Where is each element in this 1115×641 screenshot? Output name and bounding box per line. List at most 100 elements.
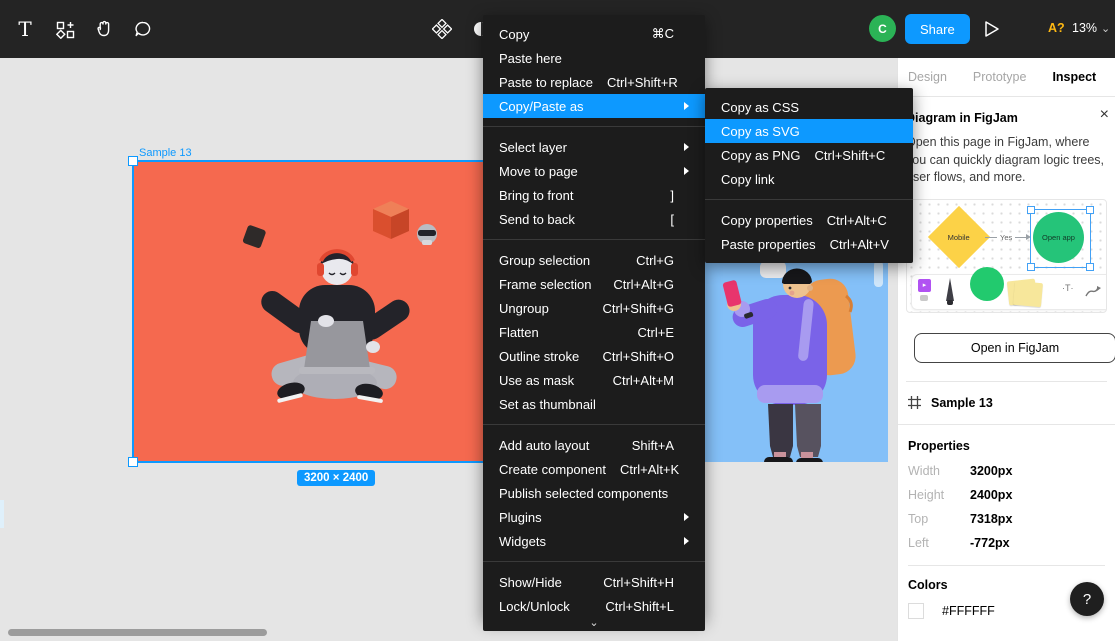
promo-body: Open this page in FigJam, where you can … xyxy=(906,134,1107,187)
comment-tool-icon[interactable] xyxy=(128,14,158,44)
sticky-note-icon xyxy=(1013,280,1043,306)
canvas-frame-sample13[interactable] xyxy=(133,161,536,462)
figma-app: Sample 13 xyxy=(0,0,1115,641)
submenu-item[interactable]: Copy link xyxy=(705,167,913,191)
chevron-down-icon: ⌄ xyxy=(1101,22,1110,35)
menu-item[interactable]: Frame selection Ctrl+Alt+G xyxy=(483,272,705,296)
panel-tab[interactable]: Inspect xyxy=(1052,70,1096,84)
diamond-grid-icon[interactable] xyxy=(427,14,457,44)
menu-item[interactable]: Outline stroke Ctrl+Shift+O xyxy=(483,344,705,368)
marker-tool-icon xyxy=(942,277,958,307)
menu-shortcut: Ctrl+Alt+G xyxy=(613,277,674,292)
menu-divider xyxy=(483,239,705,240)
menu-item[interactable]: Plugins xyxy=(483,505,705,529)
figjam-preview: Mobile Yes Open app ▸ xyxy=(906,199,1107,313)
phone-person xyxy=(722,261,883,462)
property-label: Top xyxy=(908,512,970,526)
menu-shortcut: Ctrl+Shift+O xyxy=(602,349,674,364)
promo-title: Diagram in FigJam xyxy=(906,111,1107,125)
zoom-level: 13% xyxy=(1072,21,1097,35)
menu-item[interactable]: Publish selected components xyxy=(483,481,705,505)
speech-bubble xyxy=(760,261,786,278)
shape-tool-icon xyxy=(970,267,1004,301)
properties-section: Properties Width 3200px Height 2400px To… xyxy=(898,425,1115,566)
menu-item[interactable]: Use as mask Ctrl+Alt+M xyxy=(483,368,705,392)
menu-item[interactable]: Ungroup Ctrl+Shift+G xyxy=(483,296,705,320)
property-row: Width 3200px xyxy=(908,459,1105,483)
menu-item[interactable]: Widgets xyxy=(483,529,705,553)
dark-cube xyxy=(242,224,266,248)
menu-shortcut: Ctrl+Shift+R xyxy=(607,75,678,90)
menu-shortcut: ⌘C xyxy=(652,26,674,42)
submenu-item[interactable]: Paste properties Ctrl+Alt+V xyxy=(705,232,913,256)
phone xyxy=(722,280,742,308)
resources-tool-icon[interactable] xyxy=(50,14,80,44)
menu-shortcut: Ctrl+Shift+H xyxy=(603,575,674,590)
menu-shortcut: Ctrl+Shift+L xyxy=(605,599,674,614)
text-tool-icon[interactable]: T xyxy=(10,14,40,44)
color-hex: #FFFFFF xyxy=(942,604,995,618)
menu-item[interactable]: Set as thumbnail xyxy=(483,392,705,416)
property-value: 2400px xyxy=(970,488,1012,502)
preview-selection-box xyxy=(1030,209,1091,268)
menu-item[interactable]: Copy/Paste as xyxy=(483,94,705,118)
accessibility-toggle[interactable]: A? xyxy=(1048,21,1065,35)
figjam-promo: Diagram in FigJam × Open this page in Fi… xyxy=(898,97,1115,382)
menu-shortcut: [ xyxy=(670,212,674,227)
text-tool-mini-icon: ·T· xyxy=(1062,283,1074,293)
preview-toolbar-strip: ▸ ·T· xyxy=(911,274,1107,310)
selection-handle-top-left[interactable] xyxy=(128,156,138,166)
properties-rows: Width 3200px Height 2400px Top 7318px Le… xyxy=(908,459,1105,555)
property-value: 3200px xyxy=(970,464,1012,478)
selected-layer-row: Sample 13 xyxy=(898,382,1115,425)
preview-diamond-shape: Mobile xyxy=(928,205,990,267)
close-icon[interactable]: × xyxy=(1100,107,1109,123)
menu-item[interactable]: Send to back [ xyxy=(483,207,705,231)
menu-item[interactable]: Create component Ctrl+Alt+K xyxy=(483,457,705,481)
menu-shortcut: Ctrl+G xyxy=(636,253,674,268)
submenu-item[interactable]: Copy as CSS xyxy=(705,95,913,119)
submenu-item[interactable]: Copy properties Ctrl+Alt+C xyxy=(705,208,913,232)
property-row: Height 2400px xyxy=(908,483,1105,507)
menu-shortcut: ] xyxy=(670,188,674,203)
zoom-control[interactable]: 13% ⌄ xyxy=(1072,21,1110,35)
present-icon[interactable] xyxy=(984,20,1000,43)
laptop-person-illustration xyxy=(133,161,536,462)
avatar[interactable]: C xyxy=(869,15,896,42)
open-in-figjam-button[interactable]: Open in FigJam xyxy=(914,333,1115,363)
submenu-arrow-icon xyxy=(684,537,689,545)
menu-shortcut: Ctrl+Alt+K xyxy=(620,462,679,477)
submenu-item[interactable]: Copy as PNG Ctrl+Shift+C xyxy=(705,143,913,167)
submenu-arrow-icon xyxy=(684,143,689,151)
menu-item[interactable]: Move to page xyxy=(483,159,705,183)
dimension-badge: 3200 × 2400 xyxy=(297,470,375,486)
panel-tabs: Design Prototype Inspect xyxy=(898,58,1115,97)
panel-tab[interactable]: Prototype xyxy=(973,70,1027,84)
share-button[interactable]: Share xyxy=(905,14,970,44)
menu-divider xyxy=(483,561,705,562)
frame-name-label[interactable]: Sample 13 xyxy=(139,147,192,159)
horizontal-scrollbar[interactable] xyxy=(8,629,267,636)
cap xyxy=(782,268,812,284)
menu-item[interactable]: Copy ⌘C xyxy=(483,22,705,46)
property-value: -772px xyxy=(970,536,1010,550)
hand-tool-icon[interactable] xyxy=(89,14,119,44)
menu-item[interactable]: Show/Hide Ctrl+Shift+H xyxy=(483,570,705,594)
submenu-item[interactable]: Copy as SVG xyxy=(705,119,913,143)
menu-item[interactable]: Paste here xyxy=(483,46,705,70)
property-value: 7318px xyxy=(970,512,1012,526)
copy-paste-as-submenu: Copy as CSS Copy as SVG Copy as PNG Ctrl… xyxy=(705,88,913,263)
menu-item[interactable]: Add auto layout Shift+A xyxy=(483,433,705,457)
menu-scroll-more-icon[interactable]: ⌄ xyxy=(483,615,705,631)
frame-icon xyxy=(908,396,921,409)
selection-handle-bottom-left[interactable] xyxy=(128,457,138,467)
panel-tab[interactable]: Design xyxy=(908,70,947,84)
menu-item[interactable]: Flatten Ctrl+E xyxy=(483,320,705,344)
menu-shortcut: Ctrl+E xyxy=(638,325,674,340)
menu-item[interactable]: Group selection Ctrl+G xyxy=(483,248,705,272)
menu-item[interactable]: Select layer xyxy=(483,135,705,159)
help-button[interactable]: ? xyxy=(1070,582,1104,616)
menu-item[interactable]: Bring to front ] xyxy=(483,183,705,207)
stamp-tool-icon xyxy=(920,295,928,301)
menu-item[interactable]: Paste to replace Ctrl+Shift+R xyxy=(483,70,705,94)
